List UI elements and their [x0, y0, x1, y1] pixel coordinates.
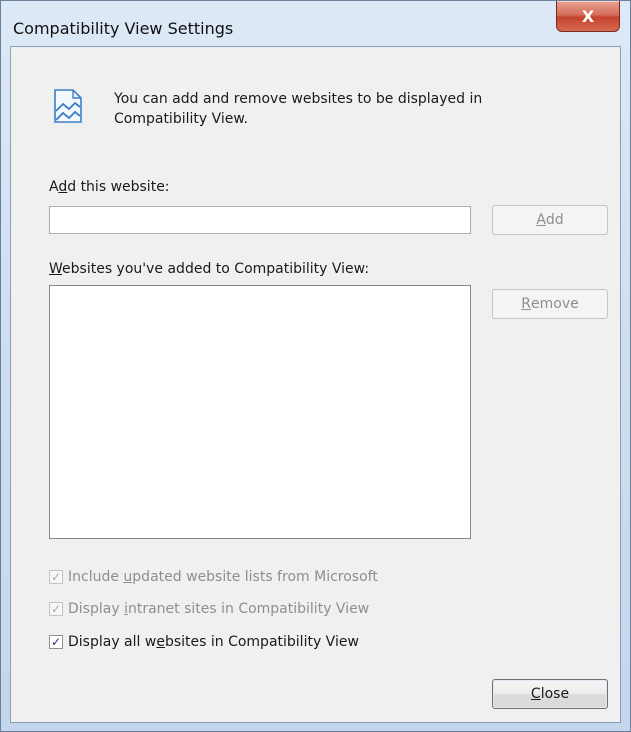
- option-label: Display all websites in Compatibility Vi…: [68, 634, 359, 650]
- compatibility-view-icon: [54, 89, 82, 123]
- close-button[interactable]: Close: [492, 679, 608, 709]
- option-display-intranet-sites[interactable]: ✓ Display intranet sites in Compatibilit…: [49, 599, 369, 619]
- option-label: Display intranet sites in Compatibility …: [68, 601, 370, 617]
- option-label: Include updated website lists from Micro…: [68, 569, 378, 585]
- checkbox-include-updated-lists[interactable]: ✓: [49, 570, 63, 584]
- checkbox-display-all-websites[interactable]: ✓: [49, 635, 63, 649]
- window-close-button[interactable]: X: [556, 1, 620, 32]
- window-title: Compatibility View Settings: [13, 19, 234, 38]
- add-button[interactable]: Add: [492, 205, 608, 235]
- close-icon: X: [581, 6, 595, 26]
- checkbox-display-intranet-sites[interactable]: ✓: [49, 602, 63, 616]
- add-website-input[interactable]: [49, 206, 471, 234]
- title-bar[interactable]: Compatibility View Settings X: [1, 1, 630, 45]
- option-display-all-websites[interactable]: ✓ Display all websites in Compatibility …: [49, 632, 359, 652]
- dialog-body: You can add and remove websites to be di…: [10, 46, 621, 723]
- info-text: You can add and remove websites to be di…: [114, 91, 483, 127]
- websites-list[interactable]: [49, 285, 471, 539]
- websites-list-label: Websites you've added to Compatibility V…: [49, 261, 370, 277]
- option-include-updated-lists[interactable]: ✓ Include updated website lists from Mic…: [49, 567, 378, 587]
- add-website-label: Add this website:: [49, 179, 170, 195]
- remove-button[interactable]: Remove: [492, 289, 608, 319]
- dialog-window: Compatibility View Settings X You can ad…: [0, 0, 631, 732]
